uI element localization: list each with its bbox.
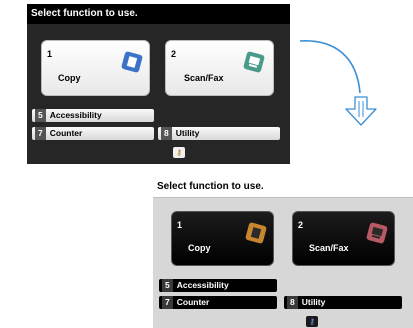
button-number: 5	[162, 279, 173, 292]
scan-fax-tile[interactable]: 2 Scan/Fax	[165, 40, 274, 96]
button-label: Accessibility	[49, 110, 102, 120]
scan-fax-icon	[243, 51, 265, 73]
copy-icon	[121, 51, 143, 73]
screen-title: Select function to use.	[27, 4, 290, 24]
utility-button[interactable]: 8 Utility	[284, 296, 402, 309]
tile-label: Scan/Fax	[184, 73, 224, 83]
bottom-function-screen: Select function to use. 1 Copy 2 Scan/Fa…	[153, 177, 413, 328]
tile-label: Copy	[188, 243, 211, 253]
button-number: 7	[162, 296, 173, 309]
key-icon[interactable]: ⚷	[173, 147, 185, 158]
curved-arrow-down-icon	[299, 40, 377, 126]
counter-button[interactable]: 7 Counter	[32, 127, 154, 140]
accessibility-button[interactable]: 5 Accessibility	[159, 279, 277, 292]
tile-label: Copy	[58, 73, 81, 83]
counter-button[interactable]: 7 Counter	[159, 296, 277, 309]
copy-tile[interactable]: 1 Copy	[41, 40, 150, 96]
button-number: 8	[287, 296, 298, 309]
tile-number: 2	[298, 220, 304, 230]
scan-fax-icon	[366, 222, 388, 244]
button-label: Accessibility	[176, 280, 229, 290]
accessibility-button[interactable]: 5 Accessibility	[32, 109, 154, 122]
button-number: 8	[161, 127, 172, 140]
utility-button[interactable]: 8 Utility	[158, 127, 280, 140]
tile-number: 1	[177, 220, 183, 230]
button-number: 5	[35, 109, 46, 122]
tile-number: 1	[47, 49, 53, 59]
button-number: 7	[35, 127, 46, 140]
top-function-screen: Select function to use. 1 Copy 2 Scan/Fa…	[27, 4, 290, 164]
button-label: Counter	[49, 128, 83, 138]
button-label: Utility	[175, 128, 200, 138]
key-icon[interactable]: ⚷	[306, 316, 318, 327]
tile-number: 2	[171, 49, 177, 59]
copy-icon	[245, 222, 267, 244]
copy-tile[interactable]: 1 Copy	[171, 211, 274, 266]
tile-label: Scan/Fax	[309, 243, 349, 253]
button-label: Utility	[301, 297, 326, 307]
button-label: Counter	[176, 297, 210, 307]
screen-title: Select function to use.	[153, 177, 413, 198]
scan-fax-tile[interactable]: 2 Scan/Fax	[292, 211, 395, 266]
